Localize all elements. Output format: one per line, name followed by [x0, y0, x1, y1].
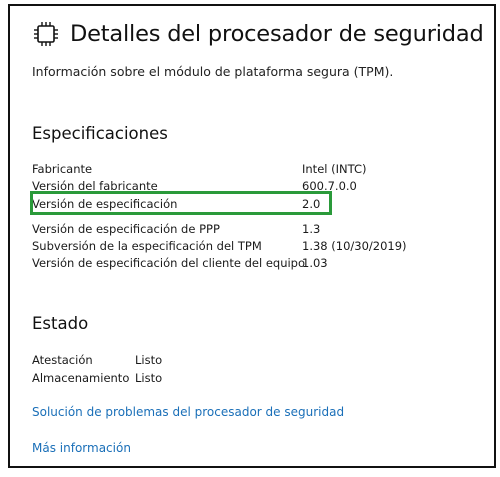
spec-value: Intel (INTC)	[302, 162, 367, 176]
tpm-details-panel: Detalles del procesador de seguridad Inf…	[8, 4, 496, 468]
status-value: Listo	[135, 353, 163, 367]
spec-value: 1.38 (10/30/2019)	[302, 239, 407, 253]
more-info-link[interactable]: Más información	[32, 441, 131, 455]
status-label: Almacenamiento	[32, 371, 130, 385]
page-header: Detalles del procesador de seguridad	[32, 20, 484, 48]
status-heading: Estado	[32, 314, 89, 333]
spec-label: Fabricante	[32, 162, 93, 176]
status-label: Atestación	[32, 353, 93, 367]
processor-chip-icon	[34, 22, 58, 46]
spec-label: Versión de especificación de PPP	[32, 222, 220, 236]
spec-value: 1.3	[302, 222, 321, 236]
troubleshoot-link[interactable]: Solución de problemas del procesador de …	[32, 405, 344, 419]
status-value: Listo	[135, 371, 163, 385]
spec-label: Versión de especificación del cliente de…	[32, 256, 306, 270]
specifications-heading: Especificaciones	[32, 124, 168, 143]
spec-label: Subversión de la especificación del TPM	[32, 239, 262, 253]
page-subtitle: Información sobre el módulo de plataform…	[32, 64, 394, 79]
page-title: Detalles del procesador de seguridad	[70, 21, 484, 47]
spec-value: 1.03	[302, 256, 328, 270]
highlight-box	[30, 191, 332, 215]
